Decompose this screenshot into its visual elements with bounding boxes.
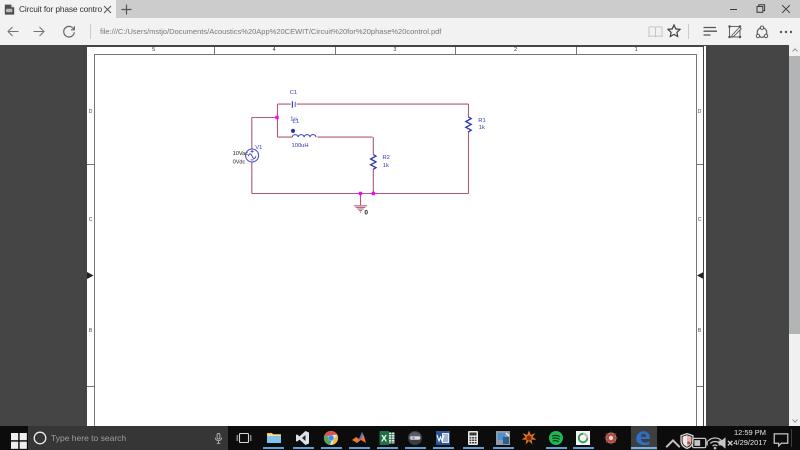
svg-text:0Vdc: 0Vdc <box>233 159 246 165</box>
svg-text:10Vac: 10Vac <box>233 151 249 157</box>
svg-text:1k: 1k <box>479 125 485 131</box>
svg-text:R1: R1 <box>478 118 485 124</box>
svg-text:V1: V1 <box>255 144 262 150</box>
svg-text:X: X <box>381 434 387 444</box>
svg-text:C1: C1 <box>290 89 297 95</box>
svg-text:100uH: 100uH <box>292 143 309 149</box>
svg-text:1k: 1k <box>383 163 389 169</box>
svg-text:L1: L1 <box>293 119 299 125</box>
svg-text:R2: R2 <box>383 154 390 160</box>
svg-text:0: 0 <box>364 209 368 216</box>
